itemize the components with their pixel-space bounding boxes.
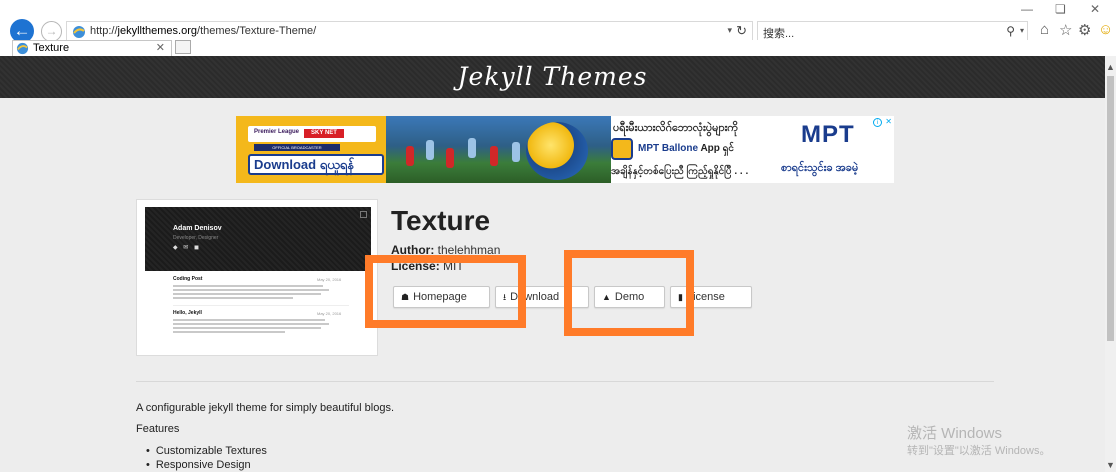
preview-text-line [173, 285, 323, 287]
new-tab-button[interactable] [175, 40, 191, 54]
theme-preview-image[interactable]: Adam Denisov Developer, Designer ◆ ✉ ◼ C… [136, 199, 378, 356]
ad-right-panel: ပရီးမီးယားလိဂ်ဘောလုံးပွဲများကို MPT Ball… [611, 116, 894, 183]
official-broadcaster-label: OFFICIAL BROADCASTER [254, 144, 340, 151]
refresh-icon[interactable]: ↻ [736, 23, 747, 39]
scroll-down-icon[interactable]: ▼ [1105, 460, 1116, 470]
windows-activation-hint: 转到"设置"以激活 Windows。 [907, 445, 1051, 457]
ad-app-suffix: App ရှင် [700, 143, 734, 154]
ad-left-panel: Premier League SKY NET OFFICIAL BROADCAS… [236, 116, 384, 183]
address-path: /themes/Texture-Theme/ [197, 25, 317, 37]
list-item: Customizable Textures [146, 444, 267, 458]
address-dropdown-icon[interactable]: ▾ [727, 25, 732, 36]
features-list: Customizable Textures Responsive Design [146, 444, 267, 472]
preview-author-name: Adam Denisov [173, 225, 222, 232]
address-bar[interactable]: http://jekyllthemes.org/themes/Texture-T… [66, 21, 753, 42]
theme-description: A configurable jekyll theme for simply b… [136, 402, 395, 414]
preview-corner-icon [360, 211, 367, 218]
search-placeholder: 搜索... [763, 28, 795, 40]
preview-post-title: Coding Post [173, 276, 203, 282]
maximize-icon[interactable]: ❏ [1055, 2, 1066, 16]
address-prefix: http:// [90, 25, 118, 37]
windows-activation-watermark: 激活 Windows [907, 425, 1003, 442]
preview-text-line [173, 289, 329, 291]
preview-social-icons: ◆ ✉ ◼ [173, 245, 201, 251]
ad-headline: ပရီးမီးယားလိဂ်ဘောလုံးပွဲများကို [613, 122, 739, 134]
preview-text-line [173, 319, 325, 321]
vertical-scrollbar[interactable]: ▲ ▼ [1105, 56, 1116, 472]
minimize-icon[interactable]: — [1021, 2, 1033, 16]
home-icon[interactable]: ⌂ [1040, 21, 1049, 38]
preview-text-line [173, 331, 285, 333]
highlight-box-demo [564, 250, 694, 336]
scroll-up-icon[interactable]: ▲ [1105, 62, 1116, 72]
address-text: http://jekyllthemes.org/themes/Texture-T… [90, 25, 316, 37]
ad-cta: စာရင်းသွင်းခ အခမဲ့ [781, 162, 859, 174]
browser-window: ← → http://jekyllthemes.org/themes/Textu… [0, 0, 1116, 472]
premier-league-logo: Premier League [254, 129, 300, 135]
ad-info-icon[interactable]: i [873, 118, 882, 127]
preview-separator [173, 305, 349, 306]
highlight-box-homepage [365, 255, 526, 328]
search-dropdown-icon[interactable]: ▾ [1020, 26, 1024, 35]
ad-partner-badge: Premier League SKY NET [248, 126, 376, 142]
scroll-thumb[interactable] [1107, 76, 1114, 341]
search-icon[interactable]: ⚲ [1006, 24, 1015, 38]
ie-favicon-icon [73, 26, 85, 38]
theme-title: Texture [391, 205, 491, 236]
preview-post-title: Hello, Jekyll [173, 310, 202, 316]
browser-toolbar: ← → http://jekyllthemes.org/themes/Textu… [0, 0, 1116, 43]
site-header: Jekyll Themes [0, 56, 1105, 98]
close-window-icon[interactable]: ✕ [1090, 2, 1100, 16]
preview-text-line [173, 327, 321, 329]
preview-text-line [173, 297, 293, 299]
tab-close-icon[interactable]: ✕ [156, 41, 165, 54]
section-divider [136, 381, 994, 382]
tab-label: Texture [33, 42, 70, 54]
preview-text-line [173, 323, 329, 325]
ad-banner[interactable]: Premier League SKY NET OFFICIAL BROADCAS… [236, 116, 894, 183]
address-domain: jekyllthemes.org [117, 25, 198, 37]
ad-app-name: MPT Ballone App ရှင် [638, 141, 734, 156]
forward-button[interactable]: → [41, 21, 62, 42]
preview-text-line [173, 293, 321, 295]
ad-football-icon [526, 122, 588, 180]
features-heading: Features [136, 423, 180, 435]
preview-author-role: Developer, Designer [173, 235, 219, 241]
ad-close-icon[interactable]: ✕ [885, 117, 892, 126]
preview-post-date: May 20, 2016 [317, 277, 342, 282]
skynet-logo: SKY NET [304, 129, 344, 138]
list-item: Responsive Design [146, 458, 267, 472]
favorites-star-icon[interactable]: ☆ [1059, 21, 1072, 39]
ad-app-label: MPT Ballone [638, 143, 699, 154]
ad-subline: အချိန်နှင့်တစ်ပြေးညီ ကြည့်ရှုနိုင်ပြီ . … [611, 166, 749, 177]
ad-download-button[interactable]: Download ရယူရန် [248, 154, 384, 175]
web-page: Jekyll Themes Premier League SKY NET OFF… [0, 56, 1105, 472]
search-box[interactable]: 搜索... ⚲ ▾ [757, 21, 1028, 42]
tab-texture[interactable]: Texture ✕ [12, 40, 172, 56]
mpt-logo: MPT [801, 121, 855, 148]
preview-post-date: May 20, 2016 [317, 311, 342, 316]
tab-favicon-icon [16, 42, 29, 55]
mpt-app-icon [611, 138, 633, 160]
preview-header: Adam Denisov Developer, Designer ◆ ✉ ◼ [145, 207, 371, 271]
settings-gear-icon[interactable]: ⚙ [1078, 21, 1091, 39]
tab-strip: Texture ✕ [0, 40, 1116, 56]
feedback-smiley-icon[interactable]: ☺ [1098, 21, 1113, 38]
site-title[interactable]: Jekyll Themes [0, 62, 1105, 91]
